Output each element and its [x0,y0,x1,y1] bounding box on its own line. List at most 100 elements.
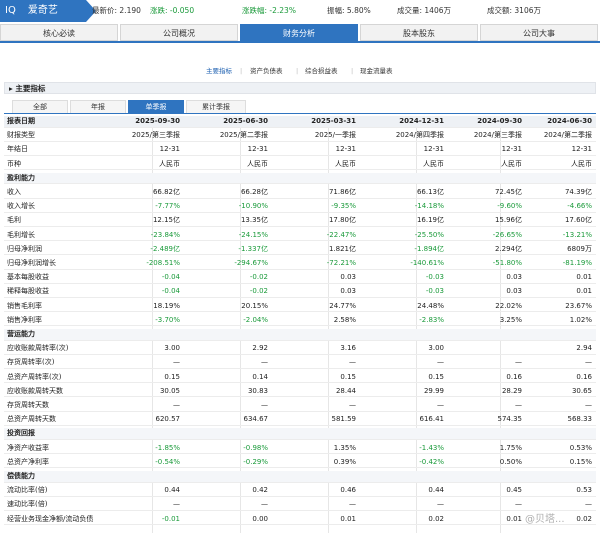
row-label: 偿债能力 [7,472,35,480]
table-cell: 66.28亿 [240,188,268,196]
table-cell: -0.98% [243,443,268,452]
subtab-cash-flow[interactable]: 现金流量表 [360,64,393,78]
row-label: 总资产周转率(次) [7,372,62,381]
row-label: 存货周转率(次) [7,358,55,367]
table-cell: -208.51% [146,259,180,267]
period-single-quarter[interactable]: 单季报 [128,100,184,113]
row-label: 营运能力 [7,330,35,338]
table-cell: 2024-06-30 [547,117,592,125]
table-cell: 2025/第二季报 [219,131,268,140]
table-cell: 24.48% [417,301,444,310]
table-cell: 568.33 [567,415,593,424]
table-cell: 2025-06-30 [223,117,268,125]
table-cell: 29.99 [423,386,444,395]
table-cell: 12-31 [335,145,356,154]
table-cell: 0.16 [576,372,592,381]
table-cell: — [349,358,356,367]
row-label: 归母净利润增长 [7,259,56,267]
period-cumulative[interactable]: 累计季报 [186,100,246,113]
table-row: 经营业务现金净额/流动负债 -0.01 0.00 0.01 0.02 0.01 0.02 [4,514,596,526]
table-cell: 12-31 [501,145,522,154]
table-cell: 12-31 [423,145,444,154]
table-row: 销售毛利率 18.19% 20.15% 24.77% 24.48% 22.02% 23.67… [4,301,596,313]
table-category-row: 盈利能力 [4,172,596,185]
table-cell: — [437,358,444,367]
table-cell: 15.96亿 [494,216,522,225]
table-row: 毛利增长 -23.84% -24.15% -22.47% -25.50% -26.65% -… [4,230,596,242]
table-cell: 2025-09-30 [135,117,180,125]
table-cell: 616.41 [419,415,445,424]
table-cell: 28.44 [335,386,356,395]
table-cell: 20.15% [241,301,268,310]
table-cell: — [515,358,522,367]
tab-company-profile[interactable]: 公司概况 [120,24,238,41]
table-cell: -81.19% [562,259,592,267]
stock-code: IQ [5,5,16,16]
subtab-income-statement[interactable]: 综合损益表 [305,64,338,78]
quote-strip: 最新价: 2.190 涨跌: -0.050 涨跌幅: -2.23% 振幅: 5.… [92,0,600,22]
table-cell: 人民币 [501,159,522,168]
table-cell: 16.19亿 [416,216,444,225]
subtab-separator: | [351,67,354,75]
table-cell: 0.02 [428,514,444,523]
stock-badge: IQ 爱奇艺 [0,0,96,22]
main-tabs: 核心必读 公司概况 财务分析 股本股东 公司大事 [0,24,600,43]
tab-events[interactable]: 公司大事 [480,24,598,41]
subtab-key-metrics[interactable]: 主要指标 [206,64,232,78]
table-cell: 0.01 [506,514,522,523]
row-label: 收入增长 [7,202,35,211]
table-cell: -23.84% [150,230,180,239]
table-cell: 0.39% [333,457,356,466]
table-row: 财报类型 2025/第三季报 2025/第二季报 2025/一季报 2024/第四季报 2… [4,130,596,142]
table-cell: -0.02 [249,287,268,296]
row-label: 应收账款周转率(次) [7,344,69,353]
table-category-row: 偿债能力 [4,471,596,483]
table-cell: 71.86亿 [328,188,356,196]
table-row: 净资产收益率 -1.85% -0.98% 1.35% -1.43% 1.75% 0.53% [4,443,596,455]
table-cell: -1.894亿 [414,244,444,253]
table-cell: -14.18% [414,202,444,211]
subtab-balance-sheet[interactable]: 资产负债表 [250,64,283,78]
table-cell: 0.01 [340,514,356,523]
table-row: 总资产周转天数 620.57 634.67 581.59 616.41 574.35 568… [4,414,596,426]
row-label: 盈利能力 [7,173,35,182]
row-label: 存货周转天数 [7,401,49,409]
tab-financial-analysis[interactable]: 财务分析 [240,24,358,41]
stock-name: 爱奇艺 [27,5,58,16]
table-cell: 0.03 [340,287,356,296]
table-cell: — [173,401,180,409]
table-cell: 0.44 [428,486,444,495]
table-cell: -2.04% [243,315,268,324]
section-title: ▸ 主要指标 [4,82,596,94]
period-all[interactable]: 全部 [12,100,68,113]
row-label: 应收账款周转天数 [7,386,63,395]
table-cell: 0.15% [569,457,592,466]
row-label: 归母净利润 [7,244,42,253]
table-cell: 12.15亿 [152,216,180,225]
table-cell: 12-31 [159,145,180,154]
table-cell: -4.66% [567,202,592,211]
table-cell: -140.61% [410,259,444,267]
table-cell: 18.19% [153,301,180,310]
table-row: 销售净利率 -3.70% -2.04% 2.58% -2.83% 3.25% 1.02% [4,315,596,327]
sub-tabs: 主要指标 | 资产负债表 | 综合损益表 | 现金流量表 [0,64,600,78]
table-cell: 634.67 [243,415,269,424]
table-cell: 0.53% [569,443,592,452]
table-cell: -72.21% [326,259,356,267]
table-row: 应收账款周转天数 30.05 30.83 28.44 29.99 28.29 30.65 [4,386,596,398]
table-cell: -10.90% [238,202,268,211]
table-cell: 0.46 [340,486,356,495]
table-row: 总资产净利率 -0.54% -0.29% 0.39% -0.42% 0.50% 0.15% [4,457,596,469]
tab-shareholders[interactable]: 股本股东 [360,24,478,41]
table-cell: 0.42 [252,486,268,495]
table-cell: -1.43% [419,443,444,452]
table-row: 归母净利润增长 -208.51% -294.67% -72.21% -140.61% -5… [4,258,596,270]
table-cell: 0.15 [164,372,180,381]
table-cell: 人民币 [423,159,444,168]
table-cell: 12-31 [247,145,268,154]
period-annual[interactable]: 年报 [70,100,126,113]
table-cell: -0.54% [155,457,180,466]
table-cell: -0.04 [161,273,180,282]
table-cell: 6809万 [567,244,592,253]
tab-core[interactable]: 核心必读 [0,24,118,41]
